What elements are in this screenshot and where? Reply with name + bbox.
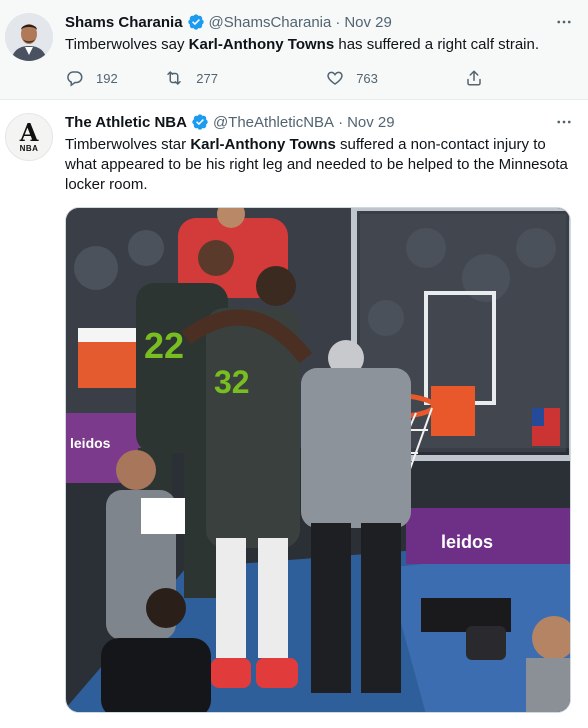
like-button[interactable]: 763	[326, 69, 465, 87]
athletic-logo-sub: NBA	[19, 143, 39, 153]
reply-count: 192	[96, 70, 118, 86]
tweet-text-part: Timberwolves star	[65, 136, 191, 153]
dot-separator: ·	[338, 113, 344, 131]
author-name[interactable]: The Athletic NBA	[65, 114, 187, 131]
tweet-text: Timberwolves say Karl-Anthony Towns has …	[65, 35, 570, 55]
tweet-header: The Athletic NBA @TheAthleticNBA · Nov 2…	[65, 112, 395, 132]
tweet-text-part: Timberwolves say	[65, 36, 189, 53]
jersey-number-32: 32	[214, 364, 250, 400]
share-button[interactable]	[465, 69, 495, 87]
author-handle[interactable]: @TheAthleticNBA	[213, 114, 334, 131]
avatar[interactable]	[5, 13, 53, 61]
tweet-actions: 192 277 763	[65, 67, 495, 89]
heart-icon	[327, 71, 343, 85]
banner-right-text: leidos	[441, 532, 493, 552]
share-icon	[467, 70, 481, 86]
tweet-photo[interactable]: leidos leidos 22 32	[65, 207, 571, 713]
more-horizontal-icon[interactable]	[552, 12, 576, 32]
more-horizontal-icon[interactable]	[552, 112, 576, 132]
avatar-portrait-icon	[5, 13, 53, 61]
jersey-number-22: 22	[144, 325, 184, 366]
reply-button[interactable]: 192	[65, 69, 164, 87]
tweet-text-bold: Karl-Anthony Towns	[188, 36, 335, 53]
basketball-photo: leidos leidos 22 32	[66, 208, 570, 712]
reply-icon	[67, 71, 83, 87]
retweet-count: 277	[196, 70, 218, 86]
tweet-header: Shams Charania @ShamsCharania · Nov 29	[65, 12, 392, 32]
author-handle[interactable]: @ShamsCharania	[209, 14, 332, 31]
retweet-icon	[167, 71, 182, 85]
tweet-text-bold: Karl-Anthony Towns	[190, 136, 336, 153]
tweet-date[interactable]: Nov 29	[344, 14, 392, 31]
avatar-athletic-logo[interactable]: A NBA	[5, 113, 53, 161]
retweet-button[interactable]: 277	[164, 69, 326, 87]
verified-badge-icon	[191, 113, 209, 131]
like-count: 763	[356, 70, 378, 86]
tweet-text-part: has suffered a right calf strain.	[334, 36, 540, 53]
author-name[interactable]: Shams Charania	[65, 14, 183, 31]
tweet-shams[interactable]: Shams Charania @ShamsCharania · Nov 29 T…	[0, 0, 588, 100]
tweet-text: Timberwolves star Karl-Anthony Towns suf…	[65, 135, 570, 195]
banner-left-text: leidos	[70, 435, 111, 451]
verified-badge-icon	[187, 13, 205, 31]
athletic-logo-letter: A	[19, 117, 39, 147]
tweet-date[interactable]: Nov 29	[347, 114, 395, 131]
dot-separator: ·	[335, 13, 341, 31]
